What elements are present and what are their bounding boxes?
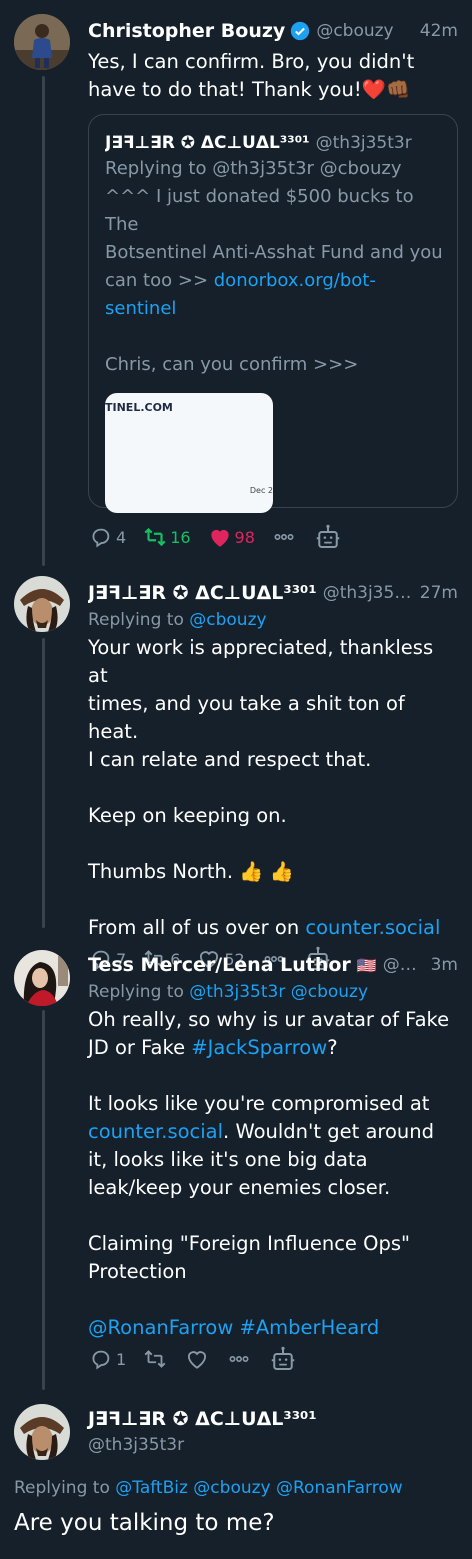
us-flag-icon: 🇺🇸 [356,955,377,975]
retweet-count: 16 [170,527,191,547]
link-card-image[interactable]: TINEL.COM Dec 2 [105,393,273,513]
url-link[interactable]: counter.social [88,1120,223,1143]
quoted-tweet[interactable]: J∃ꟻ⊥∃R ✪ ΔC⊥UΔL³³⁰¹ @th3j35t3r Replying … [88,114,458,513]
retweet-icon [144,527,166,547]
retweet-icon [144,1350,166,1368]
retweet-button[interactable]: 16 [142,524,191,550]
more-button[interactable] [226,1346,252,1372]
like-button[interactable] [184,1346,210,1372]
more-button[interactable] [271,524,297,550]
display-name[interactable]: J∃ꟻ⊥∃R ✪ ΔC⊥UΔL³³⁰¹ [88,582,317,604]
reply-icon [92,528,110,548]
tweet-tess-mercer[interactable]: Tess Mercer/Lena Luthor 🇺🇸 @T... 3m Repl… [0,938,472,1390]
robot-icon [316,524,340,548]
quoted-username: @th3j35t3r [315,133,412,153]
like-button[interactable]: 98 [207,524,255,550]
reply-context: Replying to @cbouzy [88,610,267,630]
card-domain-text: TINEL.COM [105,401,173,414]
display-name[interactable]: J∃ꟻ⊥∃R ✪ ΔC⊥UΔL³³⁰¹ [88,1406,317,1432]
tweet-text: Yes, I can confirm. Bro, you didn't have… [88,50,415,101]
heart-icon [188,1351,207,1369]
reply-button[interactable]: 4 [88,524,126,550]
quoted-reply-context: Replying to @th3j35t3r @cbouzy [105,158,402,179]
reply-count: 1 [116,1349,127,1369]
reply-icon [92,1350,110,1370]
quoted-link[interactable]: donorbox.org/bot- [214,270,376,291]
more-icon [274,534,294,540]
tweet-text: Oh really, so why is ur avatar of Fake J… [88,1008,450,1339]
main-tweet-text: Are you talking to me? [14,1510,275,1536]
mention-links[interactable]: @TaftBiz @cbouzy @RonanFarrow [115,1478,402,1498]
emoji: ❤️👊🏾 [361,78,411,101]
quoted-display-name: J∃ꟻ⊥∃R ✪ ΔC⊥UΔL³³⁰¹ [105,133,310,153]
avatar[interactable] [14,14,70,70]
more-icon [229,1356,249,1362]
tweet-text: Your work is appreciated, thankless at t… [88,636,441,939]
hashtag-link[interactable]: #JackSparrow [191,1036,327,1059]
display-name[interactable]: Tess Mercer/Lena Luthor [88,954,351,976]
mention-link[interactable]: @RonanFarrow [88,1316,233,1339]
timestamp[interactable]: 42m [412,21,458,41]
reply-context: Replying to @th3j35t3r @cbouzy [88,982,369,1002]
robot-icon [271,1346,295,1370]
retweet-button[interactable] [142,1346,168,1372]
reply-context: Replying to @TaftBiz @cbouzy @RonanFarro… [14,1478,403,1498]
tweet-christopher-bouzy[interactable]: Christopher Bouzy @cbouzy 42m Yes, I can… [0,0,472,566]
quoted-link[interactable]: sentinel [105,298,176,319]
username[interactable]: @th3j35t3r [88,1432,317,1458]
timestamp[interactable]: 27m [412,583,458,603]
mention-link[interactable]: @cbouzy [189,610,266,630]
avatar[interactable] [14,576,70,632]
avatar[interactable] [14,950,70,1006]
bot-sentinel-button[interactable] [268,1344,298,1374]
bot-sentinel-button[interactable] [313,522,343,552]
reply-count: 4 [116,527,127,547]
avatar[interactable] [14,1404,70,1460]
username[interactable]: @cbouzy [316,21,393,41]
timestamp[interactable]: 3m [423,955,458,975]
display-name[interactable]: Christopher Bouzy [88,20,285,42]
hashtag-link[interactable]: #AmberHeard [240,1316,380,1339]
heart-filled-icon [210,529,229,547]
mention-links[interactable]: @th3j35t3r @cbouzy [189,982,368,1002]
url-link[interactable]: counter.social [305,916,440,939]
card-date-text: Dec 2 [249,486,273,495]
verified-badge-icon [290,21,310,41]
username[interactable]: @th3j35t3r [323,583,412,603]
tweet-jester-reply[interactable]: J∃ꟻ⊥∃R ✪ ΔC⊥UΔL³³⁰¹ @th3j35t3r 27m Reply… [0,566,472,970]
username[interactable]: @T... [383,955,423,975]
reply-button[interactable]: 1 [88,1346,126,1372]
like-count: 98 [234,527,255,547]
main-tweet[interactable]: J∃ꟻ⊥∃R ✪ ΔC⊥UΔL³³⁰¹ @th3j35t3r Replying … [0,1396,472,1559]
